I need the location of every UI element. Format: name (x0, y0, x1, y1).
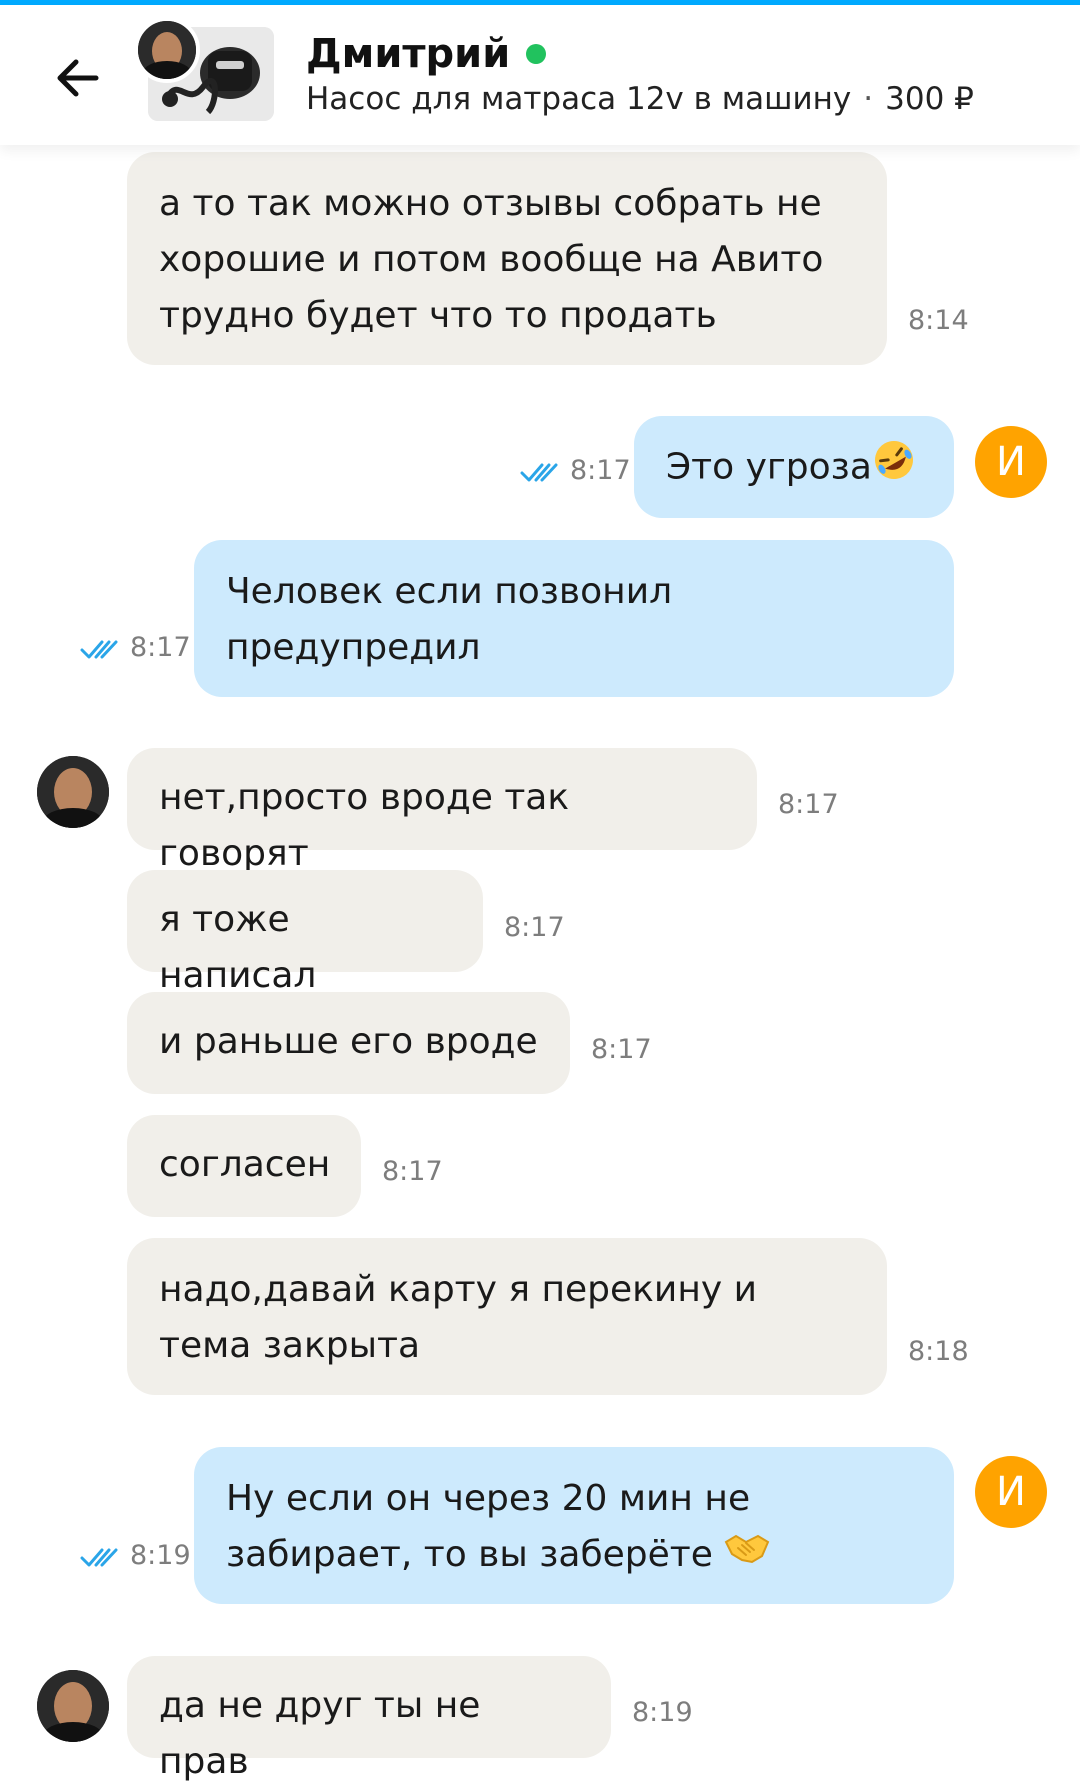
outgoing-message[interactable]: Человек если позвонил предупредил (194, 540, 954, 697)
message-text: я тоже написал (159, 899, 317, 996)
outgoing-message[interactable]: Ну если он через 20 мин не забирает, то … (194, 1447, 954, 1604)
listing-info[interactable]: Насос для матраса 12v в машину · 300 ₽ (306, 81, 974, 117)
chat-header: Дмитрий Насос для матраса 12v в машину · 3… (0, 5, 1080, 145)
message-text: нет,просто вроде так говорят (159, 777, 570, 874)
rolling-on-floor-laughing-emoji (872, 438, 916, 499)
my-avatar[interactable]: И (975, 426, 1047, 498)
outgoing-message[interactable]: Это угроза (634, 416, 954, 518)
incoming-message[interactable]: а то так можно отзывы собрать не хорошие… (127, 152, 887, 365)
incoming-message[interactable]: да не друг ты не прав (127, 1656, 611, 1782)
incoming-message[interactable]: согласен (127, 1115, 361, 1217)
message-text: надо,давай карту я перекину и тема закры… (159, 1269, 758, 1366)
contact-avatar[interactable] (37, 756, 109, 828)
message-time: 8:17 (130, 632, 191, 663)
message-time-with-ticks: 8:17 (80, 632, 191, 663)
back-arrow-icon[interactable] (50, 50, 106, 106)
incoming-message[interactable]: и раньше его вроде (127, 992, 570, 1094)
double-check-read-icon (80, 1548, 118, 1566)
message-text: Ну если он через 20 мин не забирает, то … (226, 1478, 751, 1575)
listing-separator: · (863, 81, 874, 117)
my-avatar[interactable]: И (975, 1456, 1047, 1528)
message-time-with-ticks: 8:17 (520, 455, 631, 486)
incoming-message[interactable]: нет,просто вроде так говорят (127, 748, 757, 874)
message-time: 8:17 (504, 912, 565, 943)
listing-title: Насос для матраса 12v в машину (306, 81, 852, 117)
message-time: 8:17 (778, 789, 839, 820)
message-time: 8:14 (908, 305, 969, 336)
double-check-read-icon (80, 640, 118, 658)
contact-name[interactable]: Дмитрий (306, 31, 510, 77)
message-text: да не друг ты не прав (159, 1685, 481, 1782)
message-time: 8:17 (382, 1156, 443, 1187)
contact-avatar[interactable] (37, 1670, 109, 1742)
incoming-message[interactable]: я тоже написал (127, 870, 483, 996)
contact-avatar[interactable] (134, 17, 200, 83)
online-status-dot (526, 44, 547, 64)
message-text: Человек если позвонил предупредил (226, 571, 673, 668)
handshake-emoji (724, 1528, 770, 1585)
message-text: Это угроза (666, 446, 872, 488)
message-text: и раньше его вроде (159, 1021, 538, 1062)
message-text: а то так можно отзывы собрать не хорошие… (159, 183, 824, 336)
message-text: согласен (159, 1144, 331, 1185)
incoming-message[interactable]: надо,давай карту я перекину и тема закры… (127, 1238, 887, 1395)
message-time: 8:19 (632, 1697, 693, 1728)
double-check-read-icon (520, 463, 558, 481)
message-time-with-ticks: 8:19 (80, 1540, 191, 1571)
listing-price: 300 ₽ (885, 81, 974, 117)
message-time: 8:17 (570, 455, 631, 486)
message-time: 8:17 (591, 1034, 652, 1065)
message-time: 8:18 (908, 1336, 969, 1367)
message-time: 8:19 (130, 1540, 191, 1571)
